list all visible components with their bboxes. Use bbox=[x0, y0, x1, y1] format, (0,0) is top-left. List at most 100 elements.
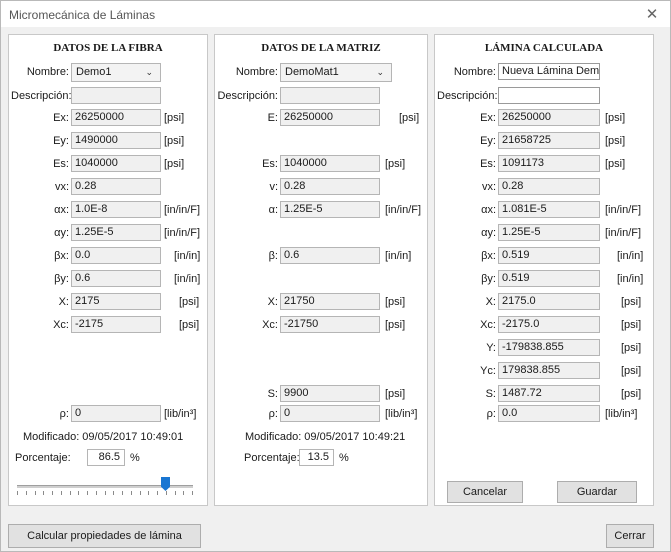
matrix-es-field[interactable]: 1040000 bbox=[280, 155, 380, 172]
slider-tick bbox=[183, 491, 184, 495]
matrix-percentage-sign: % bbox=[339, 452, 349, 464]
slider-tick bbox=[105, 491, 106, 495]
laminate-s-label: S: bbox=[485, 388, 496, 400]
matrix-xc-label: Xc: bbox=[262, 319, 278, 331]
fiber-percentage-field[interactable]: 86.5 bbox=[87, 449, 125, 466]
matrix-s-label: S: bbox=[267, 388, 278, 400]
slider-tick bbox=[61, 491, 62, 495]
fiber-name-select[interactable]: Demo1 ⌄ bbox=[71, 63, 161, 82]
laminate-rho-field[interactable]: 0.0 bbox=[498, 405, 600, 422]
matrix-alpha-unit: [in/in/F] bbox=[385, 204, 422, 216]
calculate-laminate-button[interactable]: Calcular propiedades de lámina bbox=[8, 524, 201, 548]
laminate-s-field[interactable]: 1487.72 bbox=[498, 385, 600, 402]
laminate-xc-field[interactable]: -2175.0 bbox=[498, 316, 600, 333]
slider-tick bbox=[192, 491, 193, 495]
matrix-e-field[interactable]: 26250000 bbox=[280, 109, 380, 126]
save-button[interactable]: Guardar bbox=[557, 481, 637, 503]
matrix-name-value: DemoMat1 bbox=[285, 66, 339, 78]
fiber-ey-field[interactable]: 1490000 bbox=[71, 132, 161, 149]
slider-tick bbox=[140, 491, 141, 495]
laminate-ay-field[interactable]: 1.25E-5 bbox=[498, 224, 600, 241]
laminate-ex-field[interactable]: 26250000 bbox=[498, 109, 600, 126]
fiber-ay-field[interactable]: 1.25E-5 bbox=[71, 224, 161, 241]
laminate-name-field[interactable]: Nueva Lámina Demo1[I bbox=[498, 63, 600, 80]
matrix-beta-field[interactable]: 0.6 bbox=[280, 247, 380, 264]
laminate-vx-field[interactable]: 0.28 bbox=[498, 178, 600, 195]
matrix-x-field[interactable]: 21750 bbox=[280, 293, 380, 310]
fiber-xc-field[interactable]: -2175 bbox=[71, 316, 161, 333]
laminate-yc-unit: [psi] bbox=[621, 365, 642, 377]
laminate-ex-unit: [psi] bbox=[605, 112, 626, 124]
laminate-description-field[interactable] bbox=[498, 87, 600, 104]
laminate-rho-unit: [lib/in³] bbox=[605, 408, 638, 420]
matrix-rho-field[interactable]: 0 bbox=[280, 405, 380, 422]
fiber-rho-field[interactable]: 0 bbox=[71, 405, 161, 422]
fiber-percentage-sign: % bbox=[130, 452, 140, 464]
fiber-ey-label: Ey: bbox=[53, 135, 69, 147]
fiber-ex-field[interactable]: 26250000 bbox=[71, 109, 161, 126]
matrix-alpha-field[interactable]: 1.25E-5 bbox=[280, 201, 380, 218]
laminate-ey-unit: [psi] bbox=[605, 135, 626, 147]
laminate-by-unit: [in/in] bbox=[617, 273, 644, 285]
laminate-ay-unit: [in/in/F] bbox=[605, 227, 642, 239]
slider-tick bbox=[17, 491, 18, 495]
matrix-beta-label: β: bbox=[268, 250, 278, 262]
matrix-v-label: v: bbox=[269, 181, 278, 193]
laminate-bx-label: βx: bbox=[481, 250, 496, 262]
laminate-y-field[interactable]: -179838.855 bbox=[498, 339, 600, 356]
matrix-es-label: Es: bbox=[262, 158, 278, 170]
fiber-rho-unit: [lib/in³] bbox=[164, 408, 197, 420]
matrix-alpha-label: α: bbox=[268, 204, 278, 216]
fiber-data-panel: DATOS DE LA FIBRA Nombre: Demo1 ⌄ Descri… bbox=[8, 34, 208, 506]
fiber-x-field[interactable]: 2175 bbox=[71, 293, 161, 310]
slider-tick bbox=[35, 491, 36, 495]
fiber-vx-field[interactable]: 0.28 bbox=[71, 178, 161, 195]
matrix-description-field[interactable] bbox=[280, 87, 380, 104]
fiber-percentage-slider[interactable] bbox=[17, 475, 193, 499]
matrix-es-unit: [psi] bbox=[385, 158, 406, 170]
matrix-e-unit: [psi] bbox=[399, 112, 420, 124]
matrix-description-label: Descripción: bbox=[217, 90, 278, 102]
fiber-bx-field[interactable]: 0.0 bbox=[71, 247, 161, 264]
matrix-percentage-field[interactable]: 13.5 bbox=[299, 449, 334, 466]
matrix-x-label: X: bbox=[267, 296, 278, 308]
slider-tick bbox=[148, 491, 149, 495]
laminate-by-field[interactable]: 0.519 bbox=[498, 270, 600, 287]
matrix-s-field[interactable]: 9900 bbox=[280, 385, 380, 402]
slider-tick bbox=[131, 491, 132, 495]
fiber-by-label: βy: bbox=[54, 273, 69, 285]
matrix-name-select[interactable]: DemoMat1 ⌄ bbox=[280, 63, 392, 82]
fiber-by-field[interactable]: 0.6 bbox=[71, 270, 161, 287]
laminate-bx-field[interactable]: 0.519 bbox=[498, 247, 600, 264]
laminate-yc-field[interactable]: 179838.855 bbox=[498, 362, 600, 379]
matrix-name-label: Nombre: bbox=[235, 66, 278, 78]
fiber-ax-unit: [in/in/F] bbox=[164, 204, 201, 216]
laminate-ey-field[interactable]: 21658725 bbox=[498, 132, 600, 149]
slider-tick bbox=[96, 491, 97, 495]
slider-tick bbox=[122, 491, 123, 495]
laminate-x-field[interactable]: 2175.0 bbox=[498, 293, 600, 310]
laminate-es-field[interactable]: 1091173 bbox=[498, 155, 600, 172]
fiber-ax-field[interactable]: 1.0E-8 bbox=[71, 201, 161, 218]
slider-thumb[interactable] bbox=[161, 477, 170, 491]
close-button[interactable]: Cerrar bbox=[606, 524, 654, 548]
cancel-button[interactable]: Cancelar bbox=[447, 481, 523, 503]
fiber-xc-label: Xc: bbox=[53, 319, 69, 331]
fiber-description-field[interactable] bbox=[71, 87, 161, 104]
fiber-es-field[interactable]: 1040000 bbox=[71, 155, 161, 172]
laminate-yc-label: Yc: bbox=[480, 365, 496, 377]
fiber-ay-label: αy: bbox=[54, 227, 69, 239]
laminate-by-label: βy: bbox=[481, 273, 496, 285]
fiber-ex-unit: [psi] bbox=[164, 112, 185, 124]
laminate-y-label: Y: bbox=[486, 342, 496, 354]
matrix-data-panel: DATOS DE LA MATRIZ Nombre: DemoMat1 ⌄ De… bbox=[214, 34, 428, 506]
matrix-xc-field[interactable]: -21750 bbox=[280, 316, 380, 333]
matrix-xc-unit: [psi] bbox=[385, 319, 406, 331]
laminate-ax-field[interactable]: 1.081E-5 bbox=[498, 201, 600, 218]
slider-tick bbox=[87, 491, 88, 495]
title-bar: Micromecánica de Láminas ✕ bbox=[1, 1, 670, 27]
close-icon[interactable]: ✕ bbox=[644, 5, 660, 23]
matrix-v-field[interactable]: 0.28 bbox=[280, 178, 380, 195]
fiber-by-unit: [in/in] bbox=[174, 273, 201, 285]
window-title: Micromecánica de Láminas bbox=[9, 8, 156, 22]
